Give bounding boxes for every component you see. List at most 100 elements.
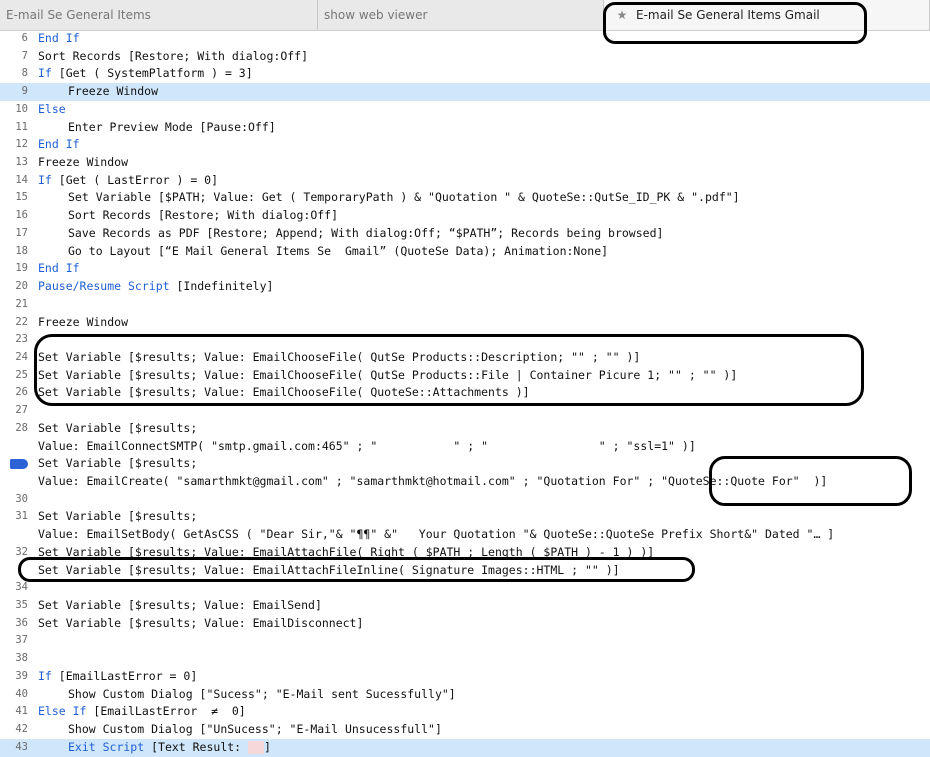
script-line[interactable]: 20 Pause/Resume Script [Indefinitely] (0, 278, 930, 296)
script-line[interactable]: 16 Sort Records [Restore; With dialog:Off… (0, 207, 930, 225)
line-number: 37 (15, 634, 28, 647)
script-line[interactable]: 38 (0, 650, 930, 668)
script-text: Freeze Window (38, 155, 129, 170)
script-text: Save Records as PDF [Restore; Append; Wi… (68, 225, 664, 240)
line-number: 43 (15, 740, 28, 753)
script-keyword: Exit Script (68, 739, 145, 754)
script-line[interactable]: 24 Set Variable [$results; Value: EmailCh… (0, 349, 930, 367)
script-text: Go to Layout [“E Mail General Items Se G… (68, 243, 609, 258)
script-step-text: Freeze Window (38, 154, 128, 172)
line-number: 9 (21, 85, 28, 98)
script-line[interactable]: 21 (0, 296, 930, 314)
script-keyword: End If (38, 137, 80, 152)
script-step-text: Show Custom Dialog ["UnSucess"; "E-Mail … (68, 721, 442, 739)
line-number: 14 (15, 173, 28, 186)
script-step-text: Show Custom Dialog ["Sucess"; "E-Mail se… (68, 686, 456, 704)
script-step-text: Else (38, 101, 66, 119)
script-line[interactable]: 28 Set Variable [$results; (0, 420, 930, 438)
script-step-text: Set Variable [$results; Value: EmailChoo… (38, 384, 530, 402)
script-step-text: Set Variable [$PATH; Value: Get ( Tempor… (68, 189, 740, 207)
line-number: 24 (15, 350, 28, 363)
script-line[interactable]: 6 End If (0, 30, 930, 48)
breakpoint-icon[interactable] (10, 459, 28, 470)
script-step-text: Set Variable [$results; Value: EmailAtta… (38, 562, 620, 580)
script-line[interactable]: Value: EmailSetBody( GetAsCSS ( "Dear Si… (0, 526, 930, 544)
script-step-text: Value: EmailConnectSMTP( "smtp.gmail.com… (38, 438, 696, 456)
script-line[interactable]: 31 Set Variable [$results; (0, 508, 930, 526)
script-line[interactable]: 11 Enter Preview Mode [Pause:Off] (0, 119, 930, 137)
script-line[interactable]: 18 Go to Layout [“E Mail General Items Se… (0, 243, 930, 261)
script-line[interactable]: 10 Else (0, 101, 930, 119)
script-line[interactable]: Set Variable [$results; (0, 455, 930, 473)
line-number: 19 (15, 262, 28, 275)
script-keyword: Else (38, 101, 66, 116)
script-text: ] (264, 739, 271, 754)
script-line[interactable]: 30 (0, 491, 930, 509)
tab-show-web-viewer[interactable]: show web viewer (318, 0, 604, 30)
tab-label: E-mail Se General Items (6, 8, 151, 22)
script-line[interactable]: 34 (0, 579, 930, 597)
script-line[interactable]: 35 Set Variable [$results; Value: EmailSe… (0, 597, 930, 615)
script-text: Set Variable [$PATH; Value: Get ( Tempor… (68, 190, 740, 205)
script-keyword: If (38, 668, 52, 683)
script-step-text: Pause/Resume Script [Indefinitely] (38, 278, 273, 296)
script-text: [Get ( SystemPlatform ) = 3] (51, 66, 253, 81)
script-step-text: Freeze Window (38, 314, 128, 332)
script-line[interactable]: 7 Sort Records [Restore; With dialog:Off] (0, 48, 930, 66)
script-line[interactable]: 42 Show Custom Dialog ["UnSucess"; "E-Mai… (0, 721, 930, 739)
tab-email-se-general-items[interactable]: E-mail Se General Items (0, 0, 318, 30)
line-number: 31 (15, 510, 28, 523)
script-line[interactable]: 17 Save Records as PDF [Restore; Append; … (0, 225, 930, 243)
line-number: 13 (15, 156, 28, 169)
script-line[interactable]: 41 Else If [EmailLastError ≠ 0] (0, 703, 930, 721)
script-line[interactable]: Value: EmailConnectSMTP( "smtp.gmail.com… (0, 438, 930, 456)
script-line[interactable]: 36 Set Variable [$results; Value: EmailDi… (0, 615, 930, 633)
line-number: 32 (15, 545, 28, 558)
script-text: [Get ( LastError ) = 0] (51, 172, 219, 187)
script-line[interactable]: 25 Set Variable [$results; Value: EmailCh… (0, 367, 930, 385)
script-step-text: If [EmailLastError = 0] (38, 668, 197, 686)
line-number: 16 (15, 209, 28, 222)
script-line[interactable]: 43 Exit Script [Text Result: ] (0, 738, 930, 757)
line-number: 41 (15, 705, 28, 718)
script-step-text: If [Get ( LastError ) = 0] (38, 172, 218, 190)
star-icon: ★ (616, 8, 628, 22)
script-text: Freeze Window (68, 84, 159, 99)
script-line[interactable]: 19 End If (0, 260, 930, 278)
script-step-text: Value: EmailSetBody( GetAsCSS ( "Dear Si… (38, 526, 834, 544)
script-step-text: Set Variable [$results; (38, 508, 197, 526)
script-line[interactable]: 13 Freeze Window (0, 154, 930, 172)
script-text: Freeze Window (38, 314, 129, 329)
line-number: 22 (15, 315, 28, 328)
script-step-text: Enter Preview Mode [Pause:Off] (68, 119, 276, 137)
script-line[interactable]: 39 If [EmailLastError = 0] (0, 668, 930, 686)
script-line[interactable]: 14 If [Get ( LastError ) = 0] (0, 172, 930, 190)
script-step-text: If [Get ( SystemPlatform ) = 3] (38, 65, 253, 83)
line-number: 10 (15, 102, 28, 115)
script-keyword: End If (38, 261, 80, 276)
tab-email-se-general-items-gmail[interactable]: ★ E-mail Se General Items Gmail (604, 0, 930, 30)
script-line[interactable]: 8 If [Get ( SystemPlatform ) = 3] (0, 65, 930, 83)
script-line[interactable]: Value: EmailCreate( "samarthmkt@gmail.co… (0, 473, 930, 491)
script-line[interactable]: 23 (0, 331, 930, 349)
line-number: 34 (15, 581, 28, 594)
script-line[interactable]: 15 Set Variable [$PATH; Value: Get ( Temp… (0, 189, 930, 207)
script-step-text: Go to Layout [“E Mail General Items Se G… (68, 243, 608, 261)
script-line[interactable]: 22 Freeze Window (0, 314, 930, 332)
script-step-text: Set Variable [$results; (38, 455, 197, 473)
script-text: Set Variable [$results; Value: EmailAtta… (38, 544, 655, 559)
script-keyword: If (38, 172, 52, 187)
script-line[interactable]: 37 (0, 632, 930, 650)
script-line[interactable]: Set Variable [$results; Value: EmailAtta… (0, 562, 930, 580)
script-line[interactable]: 9 Freeze Window (0, 83, 930, 101)
script-keyword: Else If (38, 704, 87, 719)
script-text: [EmailLastError = 0] (51, 668, 198, 683)
script-line[interactable]: 27 (0, 402, 930, 420)
script-line[interactable]: 26 Set Variable [$results; Value: EmailCh… (0, 384, 930, 402)
script-step-text: Freeze Window (68, 83, 158, 101)
script-line[interactable]: 40 Show Custom Dialog ["Sucess"; "E-Mail … (0, 686, 930, 704)
line-number: 30 (15, 492, 28, 505)
script-line[interactable]: 12 End If (0, 136, 930, 154)
script-line[interactable]: 32 Set Variable [$results; Value: EmailAt… (0, 544, 930, 562)
script-step-text: Set Variable [$results; Value: EmailAtta… (38, 544, 654, 562)
